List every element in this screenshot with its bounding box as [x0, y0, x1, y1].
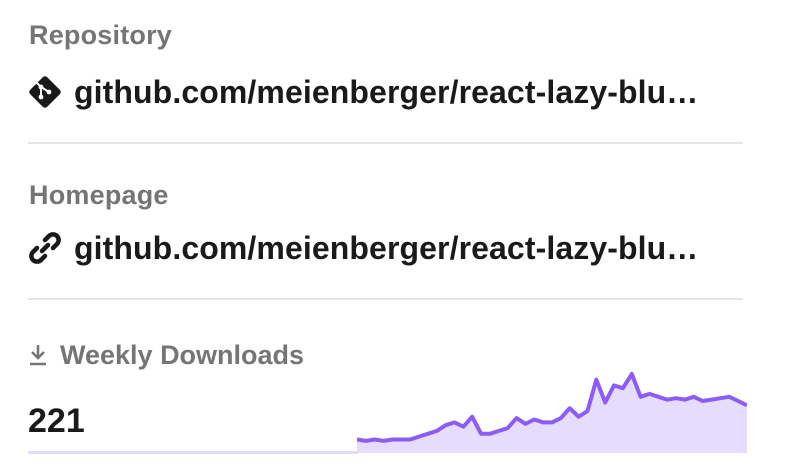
download-icon: [28, 341, 50, 369]
git-icon: [28, 74, 64, 110]
divider: [28, 298, 743, 300]
chart-baseline: [28, 451, 358, 454]
sparkline-area: [357, 374, 747, 453]
repository-url[interactable]: github.com/meienberger/react-lazy-blu…: [74, 74, 698, 111]
package-sidebar: Repository github.com/meienberger/react-…: [0, 0, 792, 476]
link-icon: [28, 230, 64, 266]
homepage-link[interactable]: github.com/meienberger/react-lazy-blu…: [28, 228, 698, 268]
divider: [28, 142, 743, 144]
repository-link[interactable]: github.com/meienberger/react-lazy-blu…: [28, 72, 698, 112]
weekly-downloads-label: Weekly Downloads: [60, 339, 305, 370]
weekly-downloads-count: 221: [28, 402, 85, 440]
downloads-sparkline: [357, 372, 747, 453]
repository-title: Repository: [29, 20, 173, 50]
weekly-downloads-header: Weekly Downloads: [28, 338, 304, 372]
homepage-title: Homepage: [29, 180, 169, 210]
homepage-url[interactable]: github.com/meienberger/react-lazy-blu…: [74, 230, 698, 267]
